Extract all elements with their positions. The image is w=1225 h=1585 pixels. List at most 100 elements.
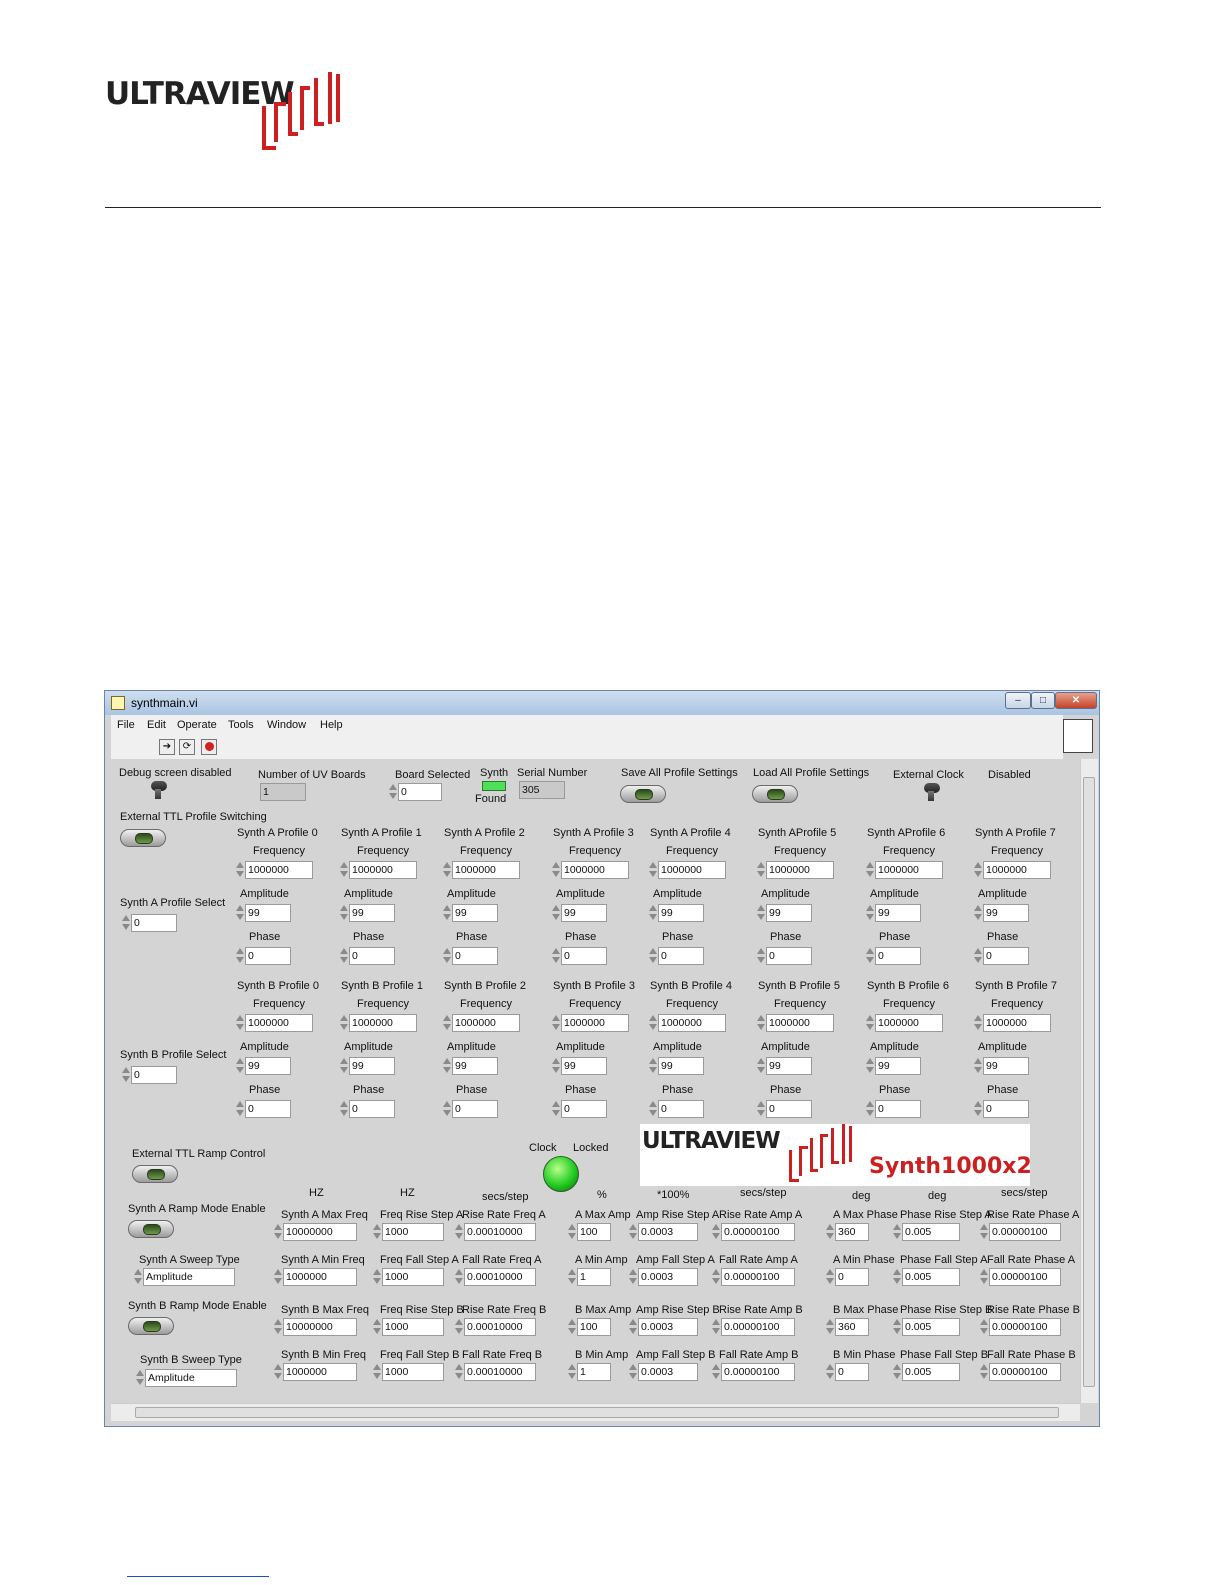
close-button[interactable]: ✕ bbox=[1055, 692, 1097, 709]
ramp-r3-c2-input[interactable]: 0.00010000 bbox=[464, 1363, 536, 1381]
synth-b-profile-2-phase-spinner[interactable] bbox=[442, 1100, 451, 1118]
synth-a-profile-4-frequency-input[interactable]: 1000000 bbox=[658, 861, 726, 879]
menu-edit[interactable]: Edit bbox=[147, 719, 166, 731]
synth-b-profile-4-amplitude-spinner[interactable] bbox=[648, 1057, 657, 1075]
footer-link-underline[interactable] bbox=[127, 1576, 269, 1577]
ramp-r0-c8-input[interactable]: 0.00000100 bbox=[989, 1223, 1061, 1241]
synth-a-profile-3-phase-input[interactable]: 0 bbox=[561, 947, 607, 965]
ramp-r0-c5-spinner[interactable] bbox=[711, 1223, 720, 1241]
ramp-r3-c8-spinner[interactable] bbox=[979, 1363, 988, 1381]
synth-b-sweep-select[interactable]: Amplitude bbox=[145, 1369, 237, 1387]
ramp-r0-c2-input[interactable]: 0.00010000 bbox=[464, 1223, 536, 1241]
ramp-r0-c7-input[interactable]: 0.005 bbox=[902, 1223, 960, 1241]
synth-b-profile-2-phase-input[interactable]: 0 bbox=[452, 1100, 498, 1118]
ramp-r2-c0-spinner[interactable] bbox=[273, 1318, 282, 1336]
synth-a-profile-0-amplitude-input[interactable]: 99 bbox=[245, 904, 291, 922]
ttl-profile-switching-button[interactable] bbox=[120, 829, 166, 847]
ramp-r3-c7-input[interactable]: 0.005 bbox=[902, 1363, 960, 1381]
board-selected-input[interactable]: 0 bbox=[398, 783, 442, 801]
synth-a-profile-5-amplitude-spinner[interactable] bbox=[756, 904, 765, 922]
ramp-r1-c8-spinner[interactable] bbox=[979, 1268, 988, 1286]
ramp-r3-c7-spinner[interactable] bbox=[892, 1363, 901, 1381]
synth-a-profile-5-phase-input[interactable]: 0 bbox=[766, 947, 812, 965]
synth-b-profile-5-phase-input[interactable]: 0 bbox=[766, 1100, 812, 1118]
ramp-r3-c3-input[interactable]: 1 bbox=[577, 1363, 611, 1381]
synth-a-select-spinner[interactable] bbox=[121, 914, 130, 932]
synth-b-profile-4-phase-spinner[interactable] bbox=[648, 1100, 657, 1118]
ramp-r1-c4-input[interactable]: 0.0003 bbox=[638, 1268, 698, 1286]
synth-a-profile-0-frequency-spinner[interactable] bbox=[235, 861, 244, 879]
synth-b-profile-4-frequency-spinner[interactable] bbox=[648, 1014, 657, 1032]
synth-b-profile-0-phase-spinner[interactable] bbox=[235, 1100, 244, 1118]
ramp-r0-c8-spinner[interactable] bbox=[979, 1223, 988, 1241]
synth-b-profile-2-amplitude-spinner[interactable] bbox=[442, 1057, 451, 1075]
synth-b-profile-3-frequency-spinner[interactable] bbox=[551, 1014, 560, 1032]
external-clock-toggle[interactable] bbox=[922, 783, 940, 803]
synth-b-profile-1-amplitude-input[interactable]: 99 bbox=[349, 1057, 395, 1075]
synth-a-sweep-spinner[interactable] bbox=[133, 1268, 142, 1286]
ramp-r1-c1-input[interactable]: 1000 bbox=[382, 1268, 444, 1286]
ramp-r1-c4-spinner[interactable] bbox=[628, 1268, 637, 1286]
ramp-r3-c3-spinner[interactable] bbox=[567, 1363, 576, 1381]
synth-b-profile-5-frequency-input[interactable]: 1000000 bbox=[766, 1014, 834, 1032]
synth-b-profile-4-phase-input[interactable]: 0 bbox=[658, 1100, 704, 1118]
menu-window[interactable]: Window bbox=[267, 719, 306, 731]
ramp-r2-c6-spinner[interactable] bbox=[825, 1318, 834, 1336]
ramp-r1-c8-input[interactable]: 0.00000100 bbox=[989, 1268, 1061, 1286]
synth-a-profile-6-phase-input[interactable]: 0 bbox=[875, 947, 921, 965]
ramp-r3-c8-input[interactable]: 0.00000100 bbox=[989, 1363, 1061, 1381]
menu-tools[interactable]: Tools bbox=[228, 719, 254, 731]
ramp-r1-c5-spinner[interactable] bbox=[711, 1268, 720, 1286]
ramp-r1-c7-spinner[interactable] bbox=[892, 1268, 901, 1286]
ramp-r2-c1-input[interactable]: 1000 bbox=[382, 1318, 444, 1336]
menu-help[interactable]: Help bbox=[320, 719, 343, 731]
ramp-r1-c1-spinner[interactable] bbox=[372, 1268, 381, 1286]
minimize-button[interactable]: – bbox=[1005, 692, 1031, 709]
menu-file[interactable]: File bbox=[117, 719, 135, 731]
synth-a-profile-6-frequency-spinner[interactable] bbox=[865, 861, 874, 879]
synth-a-profile-6-frequency-input[interactable]: 1000000 bbox=[875, 861, 943, 879]
ramp-r0-c0-spinner[interactable] bbox=[273, 1223, 282, 1241]
run-continuous-icon[interactable]: ⟳ bbox=[179, 739, 195, 755]
synth-a-profile-6-amplitude-spinner[interactable] bbox=[865, 904, 874, 922]
synth-a-profile-0-phase-input[interactable]: 0 bbox=[245, 947, 291, 965]
synth-b-profile-6-amplitude-input[interactable]: 99 bbox=[875, 1057, 921, 1075]
synth-a-profile-1-phase-spinner[interactable] bbox=[339, 947, 348, 965]
synth-a-profile-2-phase-input[interactable]: 0 bbox=[452, 947, 498, 965]
debug-toggle[interactable] bbox=[149, 781, 167, 801]
synth-b-profile-0-amplitude-input[interactable]: 99 bbox=[245, 1057, 291, 1075]
board-selected-spinner[interactable] bbox=[388, 783, 397, 801]
synth-b-profile-0-frequency-spinner[interactable] bbox=[235, 1014, 244, 1032]
maximize-button[interactable]: □ bbox=[1031, 692, 1055, 709]
title-bar[interactable]: synthmain.vi – □ ✕ bbox=[105, 691, 1099, 715]
ramp-r1-c3-spinner[interactable] bbox=[567, 1268, 576, 1286]
synth-a-profile-0-phase-spinner[interactable] bbox=[235, 947, 244, 965]
ramp-r2-c0-input[interactable]: 10000000 bbox=[283, 1318, 357, 1336]
ramp-r0-c2-spinner[interactable] bbox=[454, 1223, 463, 1241]
synth-b-profile-3-phase-input[interactable]: 0 bbox=[561, 1100, 607, 1118]
synth-a-profile-4-amplitude-spinner[interactable] bbox=[648, 904, 657, 922]
ramp-r2-c5-input[interactable]: 0.00000100 bbox=[721, 1318, 795, 1336]
synth-a-profile-1-frequency-input[interactable]: 1000000 bbox=[349, 861, 417, 879]
ramp-r2-c2-spinner[interactable] bbox=[454, 1318, 463, 1336]
synth-a-profile-1-amplitude-input[interactable]: 99 bbox=[349, 904, 395, 922]
synth-b-profile-7-frequency-input[interactable]: 1000000 bbox=[983, 1014, 1051, 1032]
synth-b-profile-6-amplitude-spinner[interactable] bbox=[865, 1057, 874, 1075]
ramp-r2-c6-input[interactable]: 360 bbox=[835, 1318, 869, 1336]
synth-a-profile-2-phase-spinner[interactable] bbox=[442, 947, 451, 965]
synth-b-profile-2-amplitude-input[interactable]: 99 bbox=[452, 1057, 498, 1075]
synth-a-profile-5-phase-spinner[interactable] bbox=[756, 947, 765, 965]
synth-a-profile-2-amplitude-input[interactable]: 99 bbox=[452, 904, 498, 922]
synth-b-profile-5-phase-spinner[interactable] bbox=[756, 1100, 765, 1118]
ramp-r1-c6-spinner[interactable] bbox=[825, 1268, 834, 1286]
synth-b-select-input[interactable]: 0 bbox=[131, 1066, 177, 1084]
ramp-r0-c1-input[interactable]: 1000 bbox=[382, 1223, 444, 1241]
synth-b-profile-0-frequency-input[interactable]: 1000000 bbox=[245, 1014, 313, 1032]
synth-a-profile-1-frequency-spinner[interactable] bbox=[339, 861, 348, 879]
synth-b-profile-0-phase-input[interactable]: 0 bbox=[245, 1100, 291, 1118]
ramp-r0-c5-input[interactable]: 0.00000100 bbox=[721, 1223, 795, 1241]
synth-a-ramp-enable-button[interactable] bbox=[128, 1220, 174, 1238]
ramp-r2-c5-spinner[interactable] bbox=[711, 1318, 720, 1336]
ramp-r2-c8-input[interactable]: 0.00000100 bbox=[989, 1318, 1061, 1336]
synth-b-profile-1-phase-spinner[interactable] bbox=[339, 1100, 348, 1118]
